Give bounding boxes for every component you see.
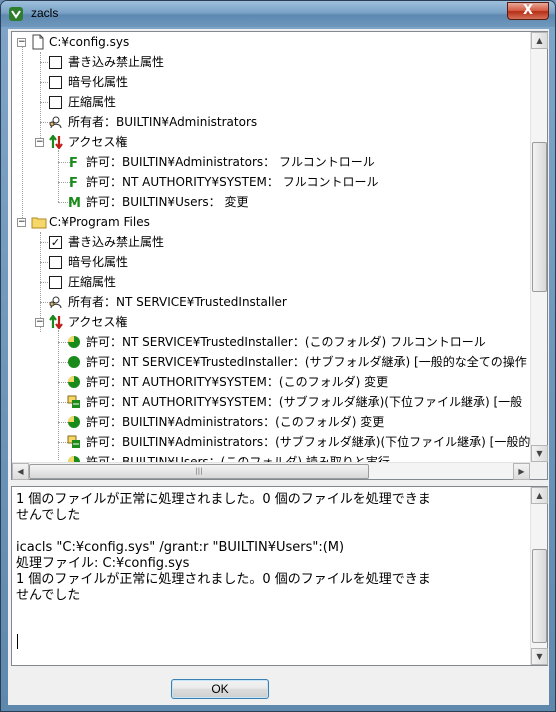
tree-vertical-scrollbar[interactable]: ▲ ▼ [530, 32, 548, 462]
tree-node-label: 許可：NT SERVICE¥TrustedInstaller：(このフォルダ) … [86, 335, 486, 349]
ace-this-folder-icon [68, 456, 80, 462]
app-icon [9, 7, 23, 21]
folder-icon [31, 217, 47, 229]
ace-this-folder-icon [68, 336, 80, 348]
scroll-left-icon[interactable]: ◀ [12, 463, 29, 480]
tree-node-label: 許可：NT SERVICE¥TrustedInstaller：(サブフォルダ継承… [86, 355, 527, 369]
tree-node-label: 暗号化属性 [68, 255, 129, 269]
tree-node-label: 暗号化属性 [68, 75, 129, 89]
attribute-checkbox[interactable] [49, 256, 62, 269]
collapse-toggle-icon[interactable]: − [17, 218, 26, 227]
tree-node-label: 書き込み禁止属性 [68, 55, 165, 69]
scroll-down-icon[interactable]: ▼ [531, 648, 548, 665]
attribute-checkbox[interactable] [49, 96, 62, 109]
tree-node-label: 許可：BUILTIN¥Administrators： フルコントロール [86, 155, 375, 169]
attribute-checkbox[interactable] [49, 56, 62, 69]
scroll-up-icon[interactable]: ▲ [531, 487, 548, 504]
access-rights-icon [49, 135, 63, 149]
tree-node-label: アクセス権 [68, 315, 128, 329]
access-rights-icon [49, 315, 63, 329]
dialog-client: − C:¥config.sys 書き込み禁止属性 暗号化属性 圧縮属性 所有者：… [8, 29, 549, 705]
tree-node-label: C:¥Program Files [49, 215, 150, 229]
output-text: 1 個のファイルが正常に処理されました。0 個のファイルを処理できま せんでした… [16, 492, 431, 603]
tree-horizontal-scrollbar[interactable]: ◀ ||| ▶ [12, 462, 530, 480]
scroll-thumb[interactable] [532, 549, 547, 643]
title-bar[interactable]: zacls X [1, 1, 555, 27]
owner-user-icon [49, 116, 62, 129]
ace-this-folder-icon [68, 416, 80, 428]
attribute-checkbox[interactable] [49, 76, 62, 89]
tree-node-label: 許可：NT AUTHORITY¥SYSTEM：(このフォルダ) 変更 [86, 375, 389, 389]
app-window: zacls X − C:¥config.sys 書き込み禁止属性 暗号化属性 圧… [0, 0, 556, 712]
tree-node-label: C:¥config.sys [49, 35, 130, 49]
acl-tree-panel: − C:¥config.sys 書き込み禁止属性 暗号化属性 圧縮属性 所有者：… [11, 31, 548, 480]
tree-node-label: 許可：BUILTIN¥Administrators：(サブフォルダ継承)(下位フ… [86, 435, 530, 449]
owner-user-icon [49, 296, 62, 309]
scroll-thumb[interactable]: ||| [29, 464, 369, 479]
collapse-toggle-icon[interactable]: − [35, 318, 44, 327]
tree-node-label: 圧縮属性 [68, 95, 117, 109]
full-control-icon: F [69, 176, 78, 191]
close-button[interactable]: X [507, 2, 549, 20]
collapse-toggle-icon[interactable]: − [17, 38, 26, 47]
window-title: zacls [31, 6, 59, 20]
output-textbox[interactable]: 1 個のファイルが正常に処理されました。0 個のファイルを処理できま せんでした… [11, 486, 548, 666]
attribute-checkbox-checked[interactable]: ✓ [49, 236, 62, 249]
ace-inherit-icon [67, 395, 80, 408]
attribute-checkbox[interactable] [49, 276, 62, 289]
tree-node-label: 許可：NT AUTHORITY¥SYSTEM： フルコントロール [86, 175, 379, 189]
scroll-thumb[interactable] [532, 142, 547, 292]
scroll-down-icon[interactable]: ▼ [531, 445, 548, 462]
tree-node-label: 圧縮属性 [68, 275, 117, 289]
scrollbar-corner [530, 462, 547, 479]
text-caret [17, 634, 18, 649]
scroll-right-icon[interactable]: ▶ [513, 463, 530, 480]
full-control-icon: F [69, 156, 78, 171]
scroll-up-icon[interactable]: ▲ [531, 32, 548, 49]
tree-node-label: 所有者：NT SERVICE¥TrustedInstaller [68, 295, 287, 309]
acl-tree[interactable]: − C:¥config.sys 書き込み禁止属性 暗号化属性 圧縮属性 所有者：… [12, 32, 530, 462]
tree-node-label: 許可：NT AUTHORITY¥SYSTEM：(サブフォルダ継承)(下位ファイル… [86, 395, 523, 409]
ace-this-folder-icon [68, 376, 80, 388]
tree-node-label: 許可：BUILTIN¥Users： 変更 [86, 195, 249, 209]
tree-node-label: 許可：BUILTIN¥Users：(このフォルダ) 読み取りと実行 [86, 455, 390, 462]
tree-node-label: 所有者：BUILTIN¥Administrators [68, 115, 258, 129]
ok-button[interactable]: OK [171, 679, 269, 699]
ace-generic-icon [68, 356, 80, 368]
file-icon [32, 34, 44, 50]
tree-node-label: 書き込み禁止属性 [68, 235, 165, 249]
modify-icon: M [68, 196, 81, 211]
ace-inherit-icon [67, 435, 80, 448]
output-vertical-scrollbar[interactable]: ▲ ▼ [530, 487, 548, 665]
collapse-toggle-icon[interactable]: − [35, 138, 44, 147]
tree-node-label: 許可：BUILTIN¥Administrators：(このフォルダ) 変更 [86, 415, 385, 429]
tree-node-label: アクセス権 [68, 135, 128, 149]
